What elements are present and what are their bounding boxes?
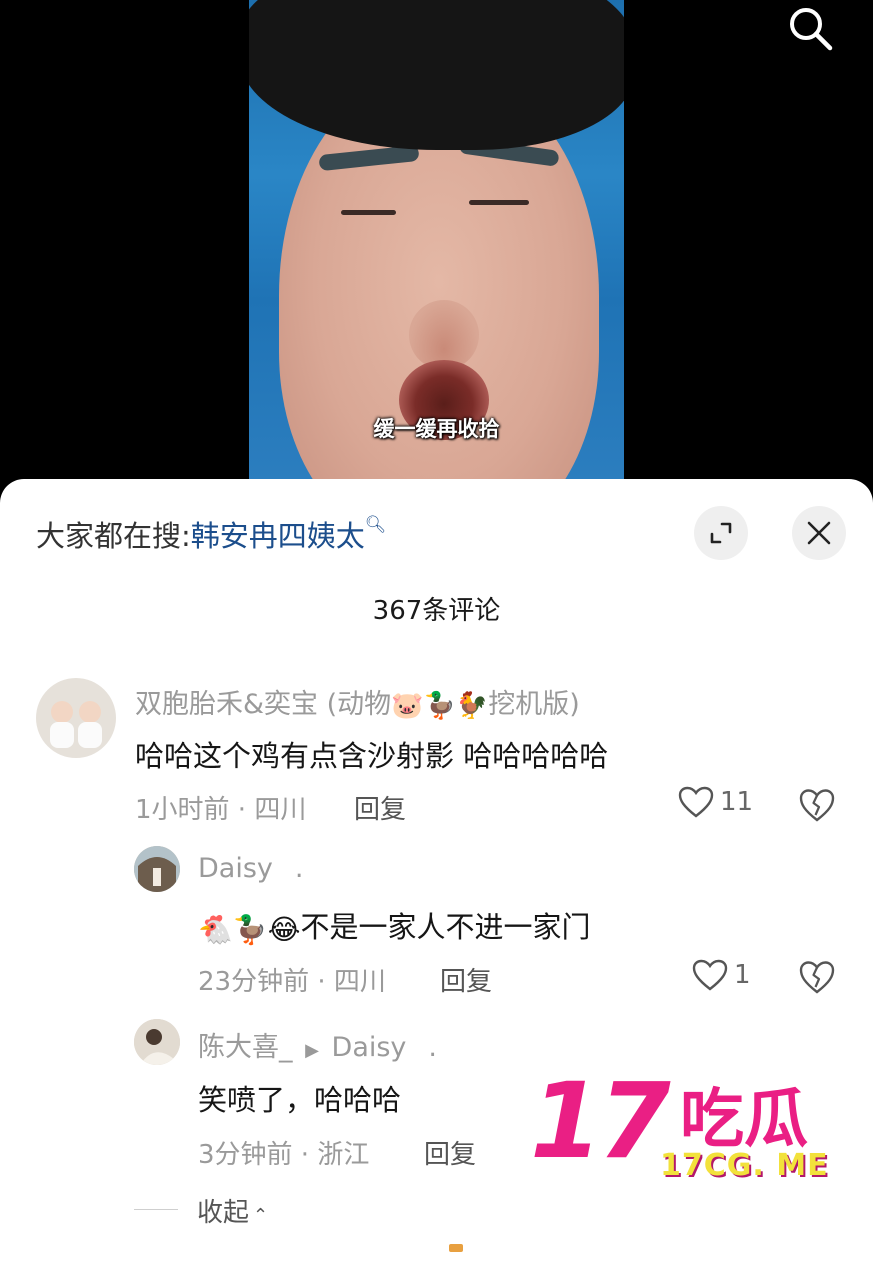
comment-meta: 23分钟前 · 四川 [198, 967, 386, 997]
username-text: 双胞胎禾&奕宝 (动物 [135, 689, 392, 720]
eye-left [341, 210, 396, 215]
collapse-divider [134, 1209, 178, 1210]
broken-heart-icon [799, 789, 835, 822]
comment-meta: 1小时前 · 四川 [135, 795, 307, 825]
expand-icon [710, 522, 732, 544]
comment-emojis: 🐔🦆😂 [198, 912, 301, 946]
eye-right [469, 200, 529, 205]
reply-button[interactable]: 回复 [424, 1134, 476, 1171]
collapse-label: 收起 [197, 1198, 250, 1228]
screen: 缓一缓再收拾 大家都在搜:韩安冉四姨太🔍︎ 367条评论 双胞胎禾&奕宝 (动物… [0, 0, 873, 1280]
search-icon[interactable] [786, 4, 834, 52]
video-frame[interactable]: 缓一缓再收拾 [249, 0, 624, 500]
reply-to-username[interactable]: Daisy [332, 1032, 407, 1063]
watermark-cn: 吃瓜 [680, 1083, 808, 1157]
avatar[interactable] [36, 678, 116, 758]
loading-indicator [449, 1244, 463, 1252]
video-hair [249, 0, 624, 150]
close-button[interactable] [792, 506, 846, 560]
username-emojis: 🐷🦆🐓 [391, 690, 489, 721]
suggestion-search-icon: 🔍︎ [364, 515, 387, 535]
search-suggestion[interactable]: 大家都在搜:韩安冉四姨太🔍︎ [36, 513, 386, 555]
collapse-button[interactable]: 收起 ⌃ [197, 1192, 268, 1229]
dislike-button[interactable] [798, 788, 838, 824]
chevron-up-icon: ⌃ [253, 1205, 269, 1226]
like-button[interactable]: 1 [692, 959, 751, 991]
watermark-number: 17 [530, 1060, 671, 1182]
like-button[interactable]: 11 [678, 786, 753, 818]
watermark-url: 17CG. ME [660, 1148, 829, 1183]
broken-heart-icon [799, 961, 835, 994]
comment-count: 367条评论 [372, 596, 501, 626]
comment-text-body: 不是一家人不进一家门 [300, 910, 591, 944]
avatar[interactable] [134, 846, 180, 892]
comment-text: 哈哈这个鸡有点含沙射影 哈哈哈哈哈 [135, 739, 609, 773]
like-count: 1 [734, 960, 751, 990]
comment-username[interactable]: 陈大喜_ ▶ Daisy. [198, 1025, 437, 1064]
like-count: 11 [720, 787, 754, 817]
username-text: Daisy [198, 853, 273, 884]
comment-username[interactable]: 双胞胎禾&奕宝 (动物🐷🦆🐓挖机版) [135, 682, 580, 721]
comment-meta: 3分钟前 · 浙江 [198, 1140, 370, 1170]
heart-icon [678, 786, 714, 818]
heart-icon [692, 959, 728, 991]
reply-arrow-icon: ▶ [305, 1040, 319, 1061]
dislike-button[interactable] [798, 960, 838, 996]
username-text: 陈大喜_ [198, 1032, 293, 1063]
username-dot: . [294, 853, 304, 884]
reply-button[interactable]: 回复 [354, 789, 406, 826]
video-player[interactable]: 缓一缓再收拾 [0, 0, 873, 500]
expand-button[interactable] [694, 506, 748, 560]
username-dot: . [428, 1032, 438, 1063]
reply-button[interactable]: 回复 [440, 961, 492, 998]
close-icon [807, 521, 831, 545]
comment-username[interactable]: Daisy. [198, 853, 303, 884]
comment-text: 笑喷了，哈哈哈 [198, 1083, 402, 1117]
username-suffix: 挖机版) [488, 689, 580, 720]
avatar[interactable] [134, 1019, 180, 1065]
suggestion-prefix: 大家都在搜: [36, 519, 191, 553]
video-caption: 缓一缓再收拾 [373, 417, 500, 441]
comment-text: 🐔🦆😂不是一家人不进一家门 [198, 904, 590, 946]
suggestion-term[interactable]: 韩安冉四姨太 [191, 519, 365, 553]
